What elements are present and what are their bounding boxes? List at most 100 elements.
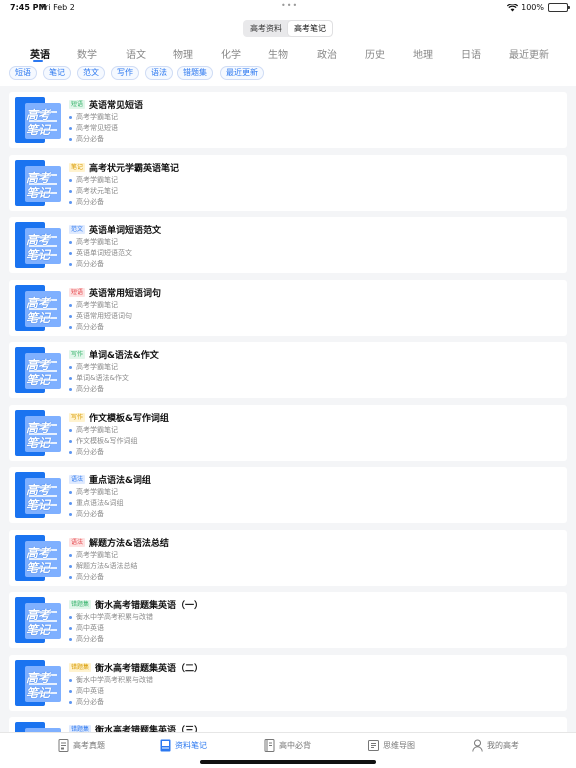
note-tag: 写作: [69, 350, 86, 359]
note-tag: 错题集: [69, 662, 92, 672]
note-bullet: 高考学霸笔记: [69, 237, 132, 248]
tab-label: 高考真题: [73, 741, 105, 750]
note-tag: 短语: [69, 100, 86, 109]
bullet-dot-icon: [69, 627, 72, 630]
subject-tab-chemistry[interactable]: 化学: [221, 46, 241, 61]
filter-chips: 短语 笔记 范文 写作 语法 错题集 最近更新: [0, 66, 576, 80]
note-card[interactable]: 高考 笔记 笔记 高考状元学霸英语笔记 高考学霸笔记 高考状元笔记 高分必备: [9, 154, 567, 211]
thumbnail-text-bottom: 笔记: [25, 185, 50, 200]
bullet-dot-icon: [69, 450, 72, 454]
book-icon: [264, 739, 275, 752]
segment-gaokao-notes[interactable]: 高考笔记: [288, 21, 332, 36]
note-title: 衡水高考错题集英语（三）: [95, 726, 204, 732]
battery-icon: [548, 3, 570, 12]
note-bullet: 高分必备: [69, 384, 129, 395]
segment-gaokao-materials[interactable]: 高考资料: [244, 21, 288, 36]
note-thumbnail: 高考笔记: [15, 159, 61, 206]
home-indicator[interactable]: [200, 760, 376, 764]
note-bullet: 作文模板&写作词组: [69, 436, 137, 447]
note-card[interactable]: 高考 笔记 写作 作文模板&写作词组 高考学霸笔记 作文模板&写作词组 高分必备: [9, 404, 567, 461]
note-bullet: 高分必备: [69, 322, 132, 333]
bullet-text: 高考学霸笔记: [76, 363, 118, 371]
chip-grammar[interactable]: 语法: [145, 66, 173, 80]
note-bullet: 英语单词短语范文: [69, 248, 132, 259]
bullet-dot-icon: [69, 252, 72, 255]
subject-tab-history[interactable]: 历史: [365, 46, 385, 61]
note-bullets: 高考学霸笔记英语单词短语范文 高分必备: [69, 237, 132, 270]
subject-tab-english[interactable]: 英语: [30, 46, 50, 61]
status-bar: 7:45 PM Fri Feb 2 ••• 100%: [0, 0, 576, 16]
bullet-dot-icon: [69, 377, 72, 380]
chip-recent[interactable]: 最近更新: [220, 66, 264, 80]
note-card[interactable]: 高考 笔记 短语 英语常见短语 高考学霸笔记 高考常见短语 高分必备: [9, 92, 567, 148]
bullet-text: 高考状元笔记: [76, 186, 118, 195]
note-title-row: 笔记 高考状元学霸英语笔记: [69, 161, 179, 174]
subject-tab-chinese[interactable]: 语文: [126, 46, 146, 61]
bullet-text: 高分必备: [76, 635, 104, 643]
thumbnail-text-bottom: 笔记: [25, 685, 50, 700]
subject-tab-geography[interactable]: 地理: [413, 46, 433, 61]
note-tag: 短语: [69, 287, 86, 297]
note-card[interactable]: 高考 笔记 范文 英语单词短语范文 高考学霸笔记 英语单词短语范文 高分必备: [9, 217, 567, 273]
bullet-text: 高分必备: [76, 572, 104, 581]
segmented-control: 高考资料 高考笔记: [243, 20, 333, 37]
note-tag: 错题集: [69, 600, 92, 609]
tab-past-exams[interactable]: 高考真题: [58, 739, 105, 752]
note-bullets: 高考学霸笔记作文模板&写作词组 高分必备: [69, 425, 137, 458]
note-tag: 写作: [69, 412, 86, 422]
note-card[interactable]: 高考 笔记 写作 单词&语法&作文 高考学霸笔记 单词&语法&作文 高分必备: [9, 342, 567, 398]
tab-materials-notes[interactable]: 资料笔记: [160, 739, 207, 752]
note-card[interactable]: 高考 笔记 语法 解题方法&语法总结 高考学霸笔记 解题方法&语法总结 高分必备: [9, 529, 567, 586]
tab-my-gaokao[interactable]: 我的高考: [472, 739, 519, 752]
note-bullet: 单词&语法&作文: [69, 373, 129, 384]
bullet-text: 高考学霸笔记: [76, 238, 118, 246]
note-thumbnail: 高考笔记: [15, 722, 61, 732]
note-thumbnail: 高考笔记: [15, 284, 61, 331]
note-thumbnail: 高考笔记: [15, 472, 61, 518]
note-title: 衡水高考错题集英语（二）: [95, 663, 204, 674]
note-card[interactable]: 高考 笔记 错题集 衡水高考错题集英语（一） 衡水中学高考积累与改错 高中英语 高分必备: [9, 592, 567, 648]
bullet-text: 高分必备: [76, 260, 104, 268]
note-title-row: 写作 单词&语法&作文: [69, 348, 159, 361]
note-card[interactable]: 高考 笔记 错题集 衡水高考错题集英语（二） 衡水中学高考积累与改错 高中英语 高分必备: [9, 654, 567, 711]
note-bullet: 高分必备: [69, 134, 118, 145]
bullet-dot-icon: [69, 689, 72, 693]
bullet-dot-icon: [69, 200, 72, 204]
note-title-row: 错题集 衡水高考错题集英语（三）: [69, 723, 203, 732]
subject-tab-math[interactable]: 数学: [77, 46, 97, 61]
chip-mistake-collection[interactable]: 错题集: [177, 66, 213, 80]
chip-model-essays[interactable]: 范文: [77, 66, 105, 80]
bullet-text: 高分必备: [76, 447, 104, 456]
bullet-text: 衡水中学高考积累与改错: [76, 613, 153, 621]
tab-must-memorize[interactable]: 高中必背: [264, 739, 311, 752]
bullet-text: 高考学霸笔记: [76, 425, 118, 434]
tab-mind-maps[interactable]: 思维导图: [368, 739, 415, 752]
note-bullet: 高考学霸笔记: [69, 175, 118, 186]
multitasking-dots[interactable]: •••: [281, 1, 298, 10]
note-card[interactable]: 高考笔记错题集衡水高考错题集英语（三）衡水中学高考积累与改错高中英语高分必备: [9, 717, 567, 732]
subject-tab-politics[interactable]: 政治: [317, 46, 337, 61]
thumbnail-text-bottom: 笔记: [25, 248, 50, 262]
bullet-dot-icon: [69, 575, 72, 579]
note-bullet: 高中英语: [69, 623, 153, 634]
subject-tab-recent[interactable]: 最近更新: [509, 46, 549, 61]
note-tag: 错题集: [69, 725, 92, 732]
subject-tab-japanese[interactable]: 日语: [461, 46, 481, 61]
note-title: 高考状元学霸英语笔记: [89, 163, 180, 174]
subject-tab-biology[interactable]: 生物: [268, 46, 288, 61]
chip-phrases[interactable]: 短语: [9, 66, 37, 80]
note-title: 解题方法&语法总结: [89, 538, 169, 549]
note-thumbnail: 高考笔记: [15, 597, 61, 643]
bullet-text: 高考学霸笔记: [76, 488, 118, 496]
note-bullet: 高分必备: [69, 572, 137, 583]
profile-icon: [472, 739, 483, 752]
bullet-text: 高分必备: [76, 510, 104, 518]
chip-writing[interactable]: 写作: [111, 66, 139, 80]
note-card[interactable]: 高考 笔记 语法 重点语法&词组 高考学霸笔记 重点语法&词组 高分必备: [9, 467, 567, 523]
chip-notes[interactable]: 笔记: [43, 66, 71, 80]
bullet-text: 英语常用短语词句: [76, 311, 132, 320]
subject-tab-physics[interactable]: 物理: [173, 46, 193, 61]
note-bullet: 解题方法&语法总结: [69, 561, 137, 572]
bullet-dot-icon: [69, 428, 72, 432]
note-card[interactable]: 高考 笔记 短语 英语常用短语词句 高考学霸笔记 英语常用短语词句 高分必备: [9, 279, 567, 336]
